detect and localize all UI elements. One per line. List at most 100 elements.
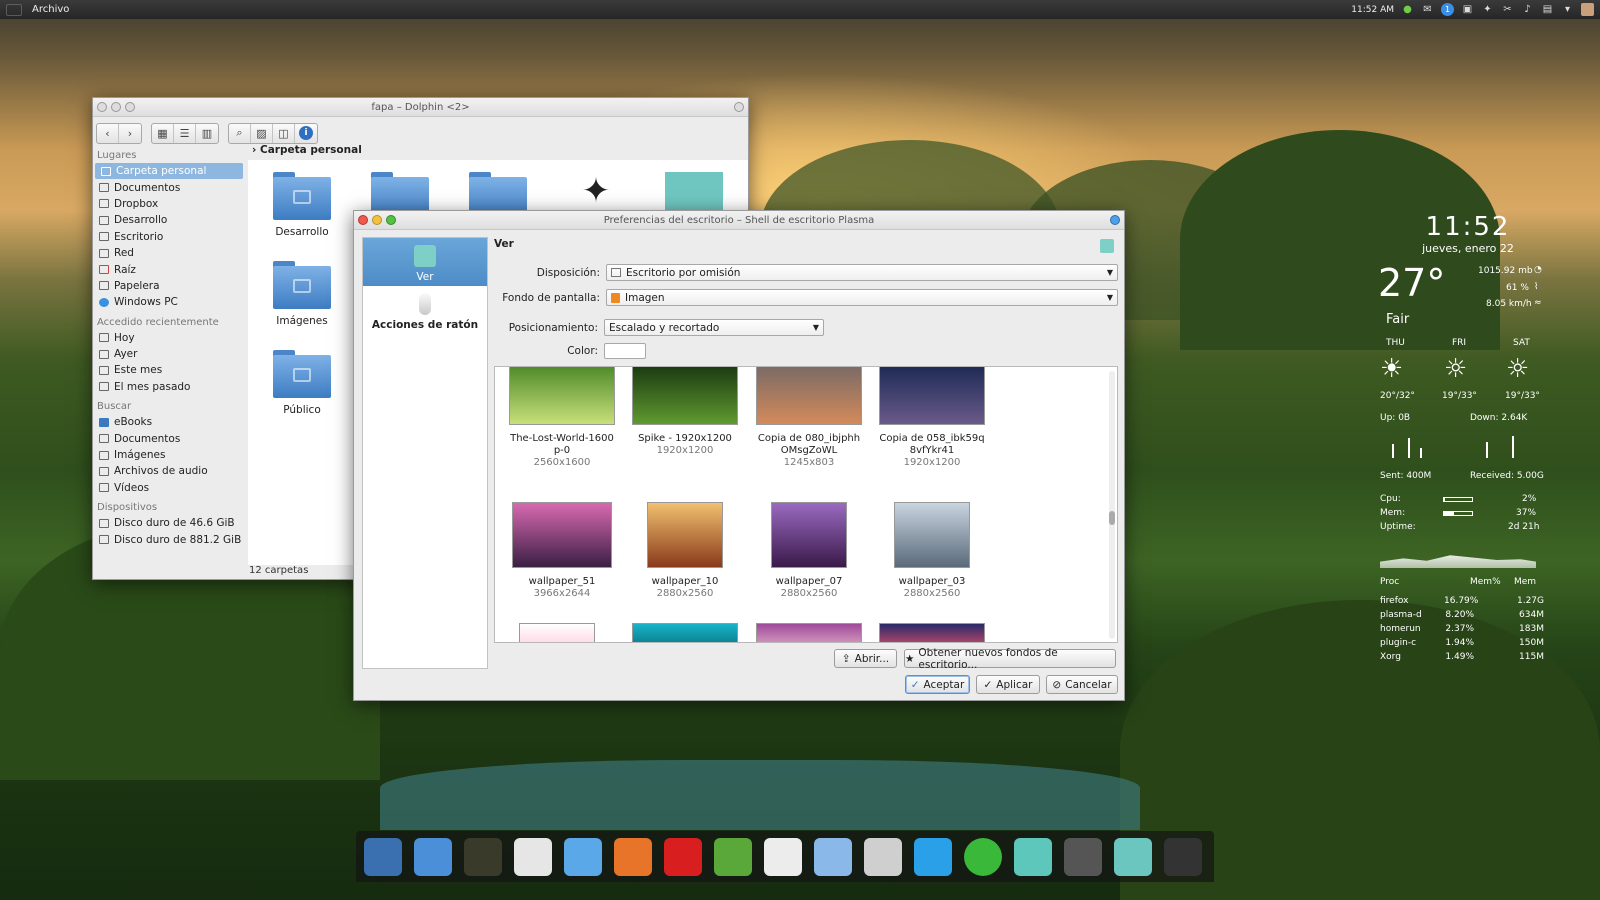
places-item[interactable]: Este mes <box>93 362 245 378</box>
mail-icon[interactable]: ✉ <box>1421 3 1434 16</box>
places-item[interactable]: Documentos <box>93 179 245 195</box>
box-icon[interactable] <box>810 835 856 879</box>
user-icon[interactable] <box>1581 3 1594 16</box>
places-item[interactable]: Raíz <box>93 261 245 277</box>
layout-combo[interactable]: Escritorio por omisión ▼ <box>606 264 1118 281</box>
dropbox-icon[interactable]: ✦ <box>1481 3 1494 16</box>
display-icon[interactable]: ▣ <box>1461 3 1474 16</box>
folder-publico[interactable]: Público <box>262 350 342 416</box>
places-item[interactable]: Papelera <box>93 278 245 294</box>
places-item[interactable]: Windows PC <box>93 294 245 310</box>
places-item[interactable]: Documentos <box>93 430 245 446</box>
position-combo[interactable]: Escalado y recortado ▼ <box>604 319 824 336</box>
wallpaper-thumbnail[interactable] <box>879 623 985 642</box>
document-icon[interactable] <box>560 835 606 879</box>
launcher-icon[interactable] <box>6 3 22 16</box>
close-button[interactable] <box>358 215 368 225</box>
wallpaper-thumbnail[interactable] <box>519 623 595 642</box>
back-icon[interactable]: ‹ <box>97 123 119 143</box>
volume-icon[interactable]: ♪ <box>1521 3 1534 16</box>
scrollbar[interactable] <box>1109 371 1115 639</box>
dropbox-folder[interactable]: ✦ <box>556 174 636 210</box>
wallpaper-thumbnail[interactable]: wallpaper_03 2880x2560 <box>873 502 991 600</box>
pin-button[interactable] <box>734 102 744 112</box>
pin-button[interactable] <box>1110 215 1120 225</box>
ok-button[interactable]: ✓ Aceptar <box>905 675 970 694</box>
places-item[interactable]: Archivos de audio <box>93 463 245 479</box>
wallpaper-thumbnail[interactable]: wallpaper_51 3966x2644 <box>503 502 621 600</box>
scrollbar-handle[interactable] <box>1109 511 1115 525</box>
spotify-icon[interactable] <box>960 835 1006 879</box>
folder-5[interactable] <box>654 172 734 210</box>
info-icon[interactable]: i <box>295 124 317 143</box>
twitter-icon[interactable] <box>910 835 956 879</box>
places-item[interactable]: Escritorio <box>93 229 245 245</box>
places-item[interactable]: Vídeos <box>93 480 245 496</box>
category-mouse-actions[interactable]: Acciones de ratón <box>363 286 487 334</box>
cancel-button[interactable]: ⊘ Cancelar <box>1046 675 1118 694</box>
forward-icon[interactable]: › <box>119 124 141 143</box>
download-icon[interactable] <box>510 835 556 879</box>
desktop-icon[interactable] <box>1110 835 1156 879</box>
chat-icon[interactable]: ● <box>1401 3 1414 16</box>
wallpaper-thumbnail[interactable]: wallpaper_07 2880x2560 <box>750 502 868 600</box>
close-button[interactable] <box>97 102 107 112</box>
icons-view-icon[interactable]: ▦ <box>152 123 174 143</box>
youtube-icon[interactable] <box>660 835 706 879</box>
search-icon[interactable]: ⌕ <box>229 123 251 143</box>
clock-text[interactable]: 11:52 AM <box>1351 5 1394 15</box>
minimize-button[interactable] <box>372 215 382 225</box>
places-item[interactable]: Hoy <box>93 330 245 346</box>
places-item[interactable]: Ayer <box>93 346 245 362</box>
places-item[interactable]: Dropbox <box>93 196 245 212</box>
wallpaper-thumbnail[interactable]: wallpaper_10 2880x2560 <box>626 502 744 600</box>
places-item[interactable]: Desarrollo <box>93 212 245 228</box>
firefox-icon[interactable] <box>610 835 656 879</box>
prefs-titlebar[interactable]: Preferencias del escritorio – Shell de e… <box>354 211 1124 230</box>
columns-view-icon[interactable]: ▥ <box>196 124 218 143</box>
maximize-button[interactable] <box>386 215 396 225</box>
folder-3[interactable] <box>458 172 538 210</box>
settings-icon[interactable] <box>1160 835 1206 879</box>
preview-icon[interactable]: ▨ <box>251 123 273 143</box>
open-button[interactable]: ⇪ Abrir... <box>834 649 897 668</box>
wallpaper-thumbnail[interactable]: Spike - 1920x1200 1920x1200 <box>626 367 744 457</box>
wallpaper-thumbnail[interactable] <box>756 623 862 642</box>
dolphin-titlebar[interactable]: fapa – Dolphin <2> <box>93 98 748 117</box>
places-item[interactable]: Imágenes <box>93 447 245 463</box>
maximize-button[interactable] <box>125 102 135 112</box>
folder-imagenes[interactable]: Imágenes <box>262 261 342 327</box>
menu-archivo[interactable]: Archivo <box>32 4 69 15</box>
places-item[interactable]: Disco duro de 46.6 GiB <box>93 515 245 531</box>
wallpaper-thumbnail[interactable]: The-Lost-World-1600p-0 2560x1600 <box>503 367 621 469</box>
places-item[interactable]: Disco duro de 881.2 GiB <box>93 531 245 547</box>
folder-2[interactable] <box>360 172 440 210</box>
wallpaper-thumbnail[interactable]: Copia de 080_ibjphhOMsgZoWL 1245x803 <box>750 367 868 469</box>
breadcrumb-label[interactable]: Carpeta personal <box>260 144 362 156</box>
wallpaper-thumbnail[interactable]: Copia de 058_ibk59q8vfYkr41 1920x1200 <box>873 367 991 469</box>
wallpaper-combo[interactable]: Imagen ▼ <box>606 289 1118 306</box>
evernote-icon[interactable] <box>710 835 756 879</box>
category-ver[interactable]: Ver <box>363 238 487 286</box>
notification-badge[interactable]: 1 <box>1441 3 1454 16</box>
tools-icon[interactable]: ✂ <box>1501 3 1514 16</box>
places-item[interactable]: Carpeta personal <box>95 163 243 180</box>
network-icon[interactable]: ▤ <box>1541 3 1554 16</box>
wallpaper-thumbnail[interactable] <box>632 623 738 642</box>
wallpaper-grid[interactable]: The-Lost-World-1600p-0 2560x1600 Spike - 1… <box>494 366 1118 643</box>
finder-icon[interactable] <box>360 835 406 879</box>
reader-icon[interactable] <box>760 835 806 879</box>
split-icon[interactable]: ◫ <box>273 123 295 143</box>
places-item[interactable]: eBooks <box>93 414 245 430</box>
details-view-icon[interactable]: ☰ <box>174 123 196 143</box>
dolphin-icon[interactable] <box>1010 835 1056 879</box>
folder-desarrollo[interactable]: Desarrollo <box>262 172 342 238</box>
minimize-button[interactable] <box>111 102 121 112</box>
breadcrumb[interactable]: › Carpeta personal <box>248 144 748 158</box>
monitor-icon[interactable] <box>460 835 506 879</box>
wolf-icon[interactable] <box>860 835 906 879</box>
places-item[interactable]: Red <box>93 245 245 261</box>
chevron-down-icon[interactable]: ▾ <box>1561 3 1574 16</box>
get-new-wallpapers-button[interactable]: ★ Obtener nuevos fondos de escritorio... <box>904 647 1116 671</box>
color-picker[interactable] <box>604 343 646 359</box>
